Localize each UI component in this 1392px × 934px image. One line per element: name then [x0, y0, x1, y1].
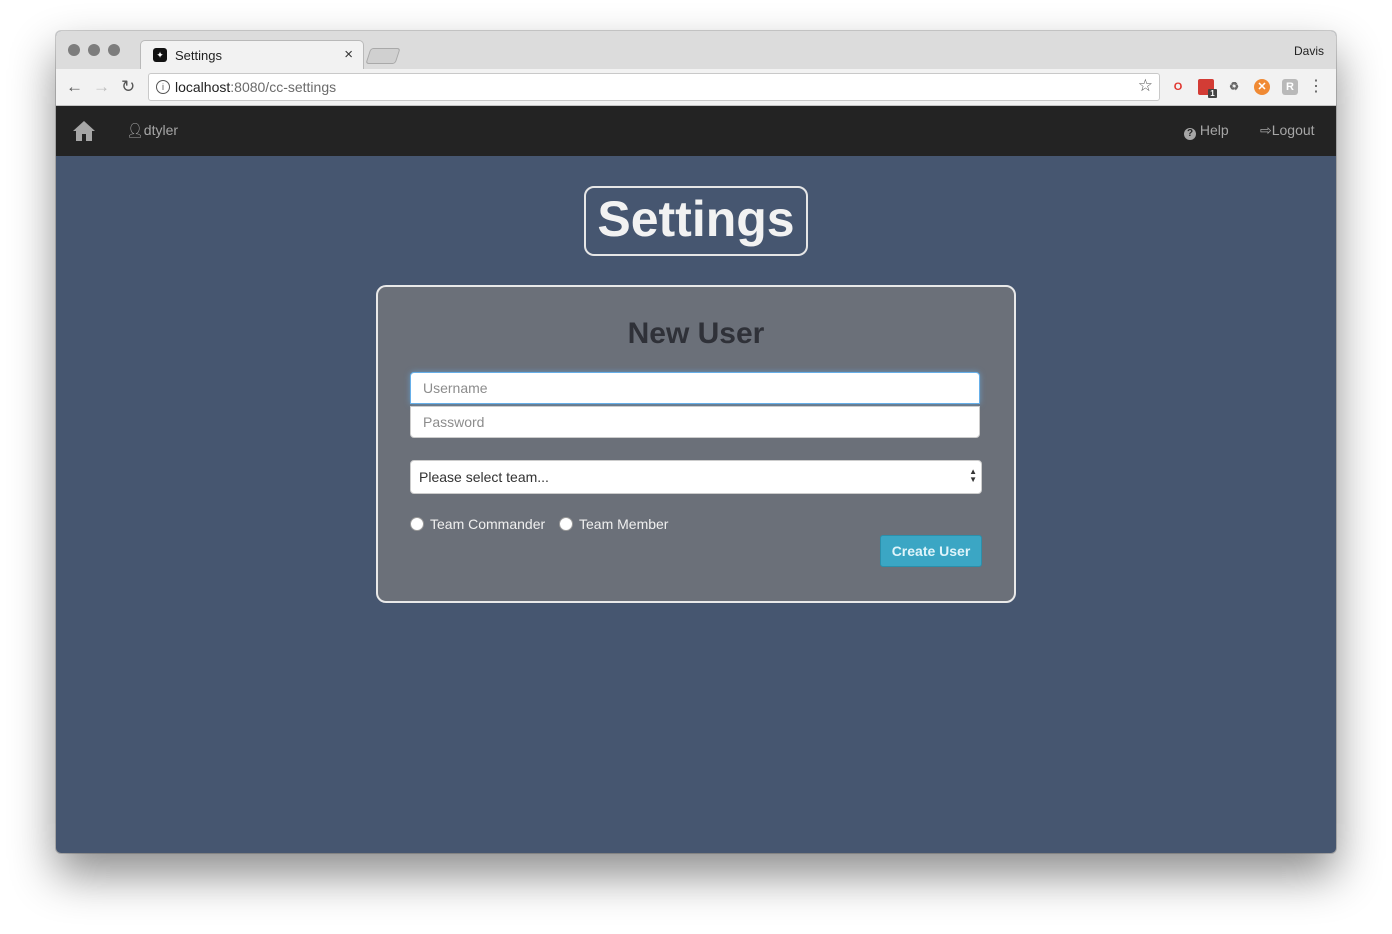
info-icon[interactable]: i	[156, 80, 170, 94]
user-icon: 👤︎	[126, 122, 144, 138]
page-title: Settings	[597, 191, 795, 247]
radio-team-member[interactable]: Team Member	[559, 516, 668, 532]
browser-window: ✦ Settings × Davis ← → ↻ i localhost:808…	[56, 31, 1336, 853]
radio-commander-circle[interactable]	[410, 517, 424, 531]
profile-name[interactable]: Davis	[1294, 44, 1324, 58]
url-host: localhost	[175, 79, 231, 95]
url-text: localhost:8080/cc-settings	[175, 79, 336, 95]
app-navbar: 👤︎dtyler ? Help ⇨Logout	[56, 106, 1336, 156]
radio-commander-label: Team Commander	[430, 516, 546, 532]
team-select-value: Please select team...	[419, 469, 549, 485]
radio-member-label: Team Member	[579, 516, 669, 532]
close-window-button[interactable]	[68, 44, 80, 56]
maximize-window-button[interactable]	[108, 44, 120, 56]
logout-icon: ⇨	[1260, 122, 1272, 138]
tab-title: Settings	[175, 48, 222, 63]
tab-settings[interactable]: ✦ Settings ×	[140, 40, 364, 70]
logout-label: Logout	[1271, 122, 1315, 138]
shield-favicon-icon: ✦	[153, 48, 167, 62]
select-arrows-icon: ▲ ▼	[969, 467, 977, 484]
card-heading: New User	[627, 317, 765, 350]
team-select[interactable]: Please select team... ▲ ▼	[410, 460, 982, 494]
forward-arrow-icon[interactable]: →	[93, 77, 110, 97]
radio-member-circle[interactable]	[559, 517, 573, 531]
minimize-window-button[interactable]	[88, 44, 100, 56]
recycle-icon[interactable]: ♻	[1226, 79, 1242, 95]
tab-close-icon[interactable]: ×	[344, 46, 353, 63]
tab-strip: ✦ Settings × Davis	[56, 31, 1336, 70]
logout-link[interactable]: ⇨Logout	[1260, 122, 1315, 139]
new-tab-button[interactable]	[365, 48, 401, 64]
radio-team-commander[interactable]: Team Commander	[410, 516, 545, 532]
create-user-button[interactable]: Create User	[880, 535, 982, 567]
address-bar[interactable]: i localhost:8080/cc-settings ☆	[148, 73, 1160, 101]
help-link[interactable]: ? Help	[1184, 122, 1229, 140]
bookmark-star-icon[interactable]: ☆	[1138, 76, 1153, 96]
password-input[interactable]	[410, 406, 980, 438]
browser-toolbar: ← → ↻ i localhost:8080/cc-settings ☆ O 1…	[56, 69, 1336, 106]
nav-username: dtyler	[143, 122, 179, 138]
nav-user-link[interactable]: 👤︎dtyler	[126, 122, 178, 139]
page-title-box: Settings	[584, 186, 808, 256]
browser-menu-icon[interactable]: ⋮	[1308, 76, 1324, 96]
gray-extension-icon[interactable]: R	[1282, 79, 1298, 95]
new-user-card: New User Please select team... ▲▼ Team C…	[376, 285, 1016, 603]
calendar-badge: 1	[1208, 89, 1217, 98]
home-icon[interactable]	[72, 120, 96, 142]
orange-extension-icon[interactable]: ✕	[1254, 79, 1270, 95]
question-circle-icon: ?	[1184, 128, 1196, 140]
calendar-icon[interactable]: 1	[1198, 79, 1217, 98]
back-arrow-icon[interactable]: ←	[66, 77, 83, 97]
reload-icon[interactable]: ↻	[121, 77, 135, 97]
username-input[interactable]	[410, 372, 980, 404]
help-label: Help	[1199, 122, 1229, 138]
url-path: :8080/cc-settings	[230, 79, 337, 95]
opera-icon[interactable]: O	[1170, 79, 1186, 95]
